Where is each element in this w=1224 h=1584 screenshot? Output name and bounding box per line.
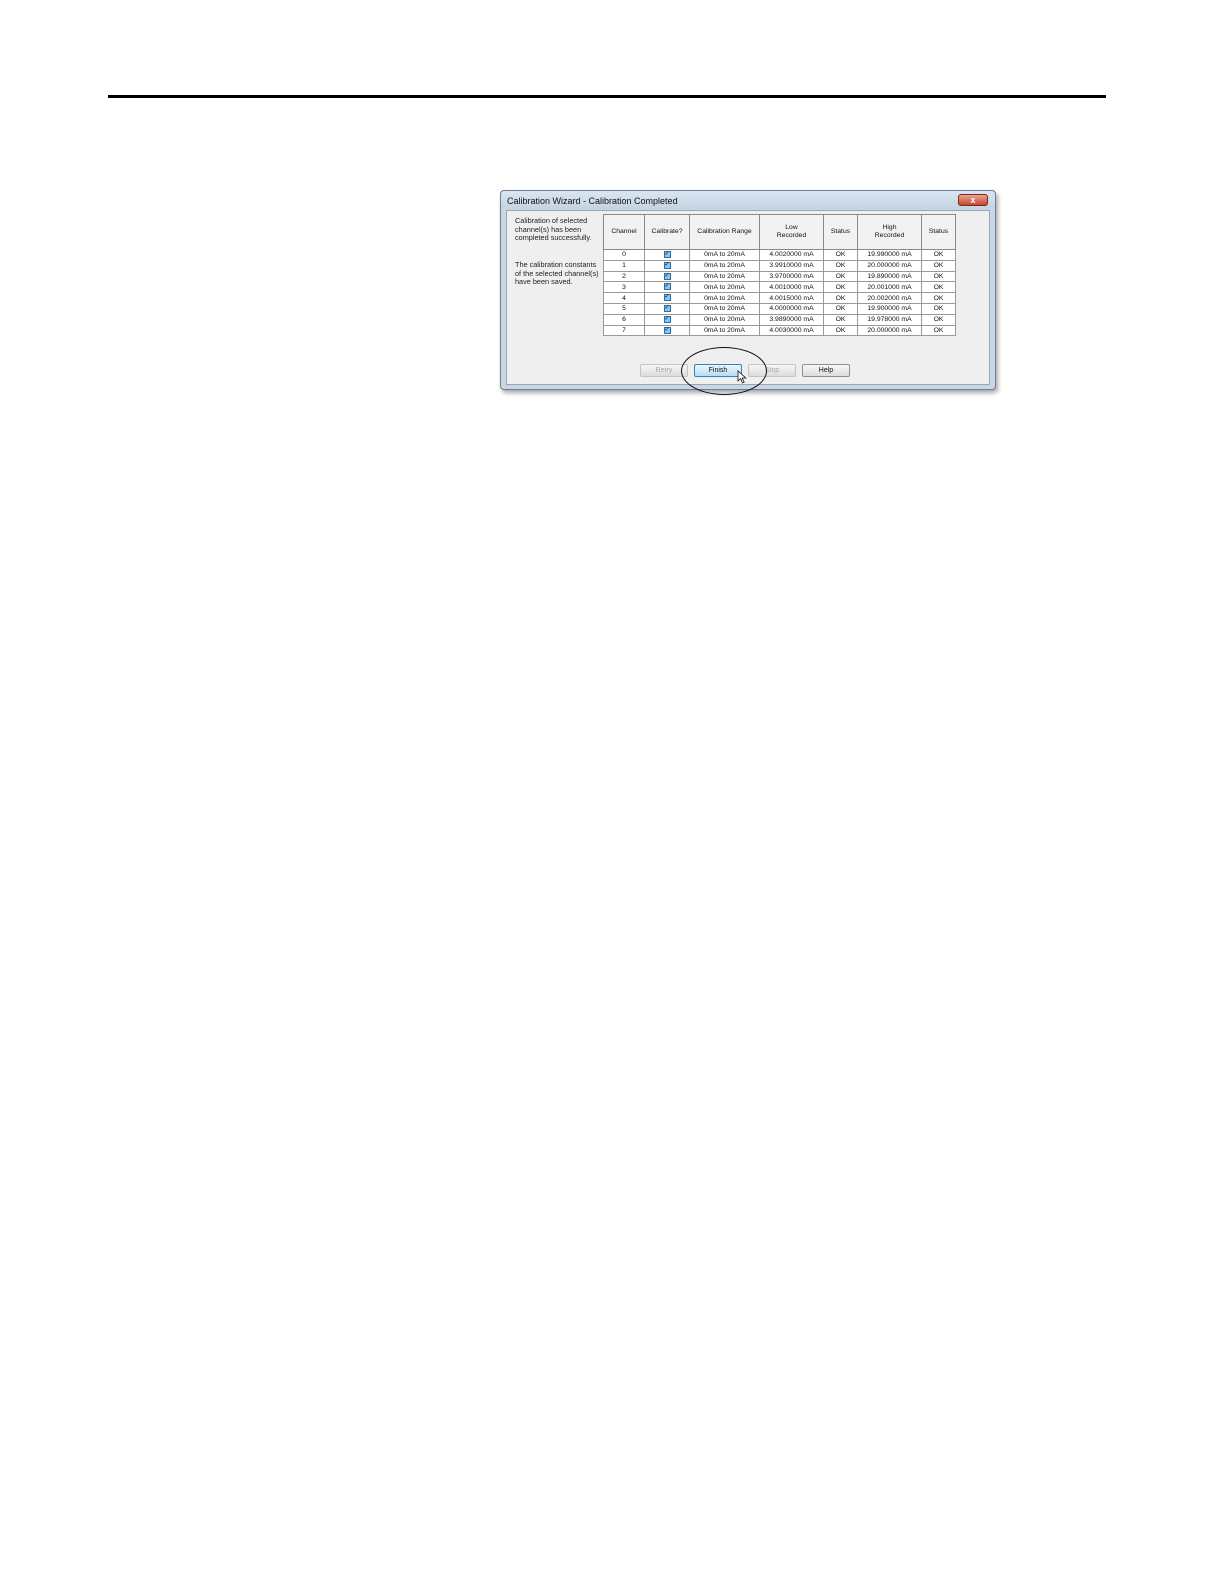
header-calibrate: Calibrate? [644,214,690,250]
header-high-line1: High [882,224,897,231]
help-button[interactable]: Help [802,364,850,377]
channel-cell[interactable]: 5 [603,302,645,315]
high-status-cell: OK [921,302,956,315]
range-cell[interactable]: 0mA to 20mA [689,281,760,294]
calibrate-cell: ✓ [644,281,690,294]
table-row: 7 ✓ 0mA to 20mA 4.0030000 mA OK 20.00000… [603,324,956,337]
low-recorded-cell: 3.9890000 mA [759,313,824,326]
calibrate-checkbox[interactable]: ✓ [663,294,671,302]
calibrate-checkbox[interactable]: ✓ [663,283,671,291]
calibrate-cell: ✓ [644,302,690,315]
range-cell[interactable]: 0mA to 20mA [689,313,760,326]
channel-cell[interactable]: 0 [603,249,645,261]
high-status-cell: OK [921,259,956,272]
high-recorded-cell: 20.000000 mA [857,324,922,337]
calibrate-cell: ✓ [644,292,690,304]
range-cell[interactable]: 0mA to 20mA [689,259,760,272]
calibrate-cell: ✓ [644,324,690,337]
table-row: 3 ✓ 0mA to 20mA 4.0010000 mA OK 20.00100… [603,281,956,294]
header-high-line2: Recorded [874,232,905,239]
calibrate-cell: ✓ [644,249,690,261]
range-cell[interactable]: 0mA to 20mA [689,270,760,283]
header-channel: Channel [603,214,645,250]
header-low-line2: Recorded [776,232,807,239]
high-recorded-cell: 19.890000 mA [857,270,922,283]
close-button[interactable]: x [958,194,988,206]
close-icon: x [970,195,976,205]
high-recorded-cell: 20.002000 mA [857,292,922,304]
low-recorded-cell: 4.0030000 mA [759,324,824,337]
high-status-cell: OK [921,249,956,261]
title-bar[interactable]: Calibration Wizard - Calibration Complet… [501,191,995,209]
header-high-status: Status [921,214,956,250]
high-status-cell: OK [921,292,956,304]
calibrate-checkbox[interactable]: ✓ [663,272,671,280]
high-recorded-cell: 19.900000 mA [857,302,922,315]
low-status-cell: OK [823,259,858,272]
saved-message: The calibration constants of the selecte… [515,260,599,287]
table-row: 2 ✓ 0mA to 20mA 3.9700000 mA OK 19.89000… [603,270,956,283]
calibrate-cell: ✓ [644,313,690,326]
calibration-table: Channel Calibrate? Calibration Range Low… [603,214,956,337]
page-header-rule [108,95,1106,98]
channel-cell[interactable]: 2 [603,270,645,283]
high-recorded-cell: 20.001000 mA [857,281,922,294]
low-status-cell: OK [823,292,858,304]
low-status-cell: OK [823,313,858,326]
calibrate-checkbox[interactable]: ✓ [663,261,671,269]
calibrate-checkbox[interactable]: ✓ [663,251,671,259]
dialog-body: Calibration of selected channel(s) has b… [506,210,990,395]
channel-cell[interactable]: 7 [603,324,645,337]
channel-cell[interactable]: 3 [603,281,645,294]
low-recorded-cell: 4.0015000 mA [759,292,824,304]
low-recorded-cell: 3.9910000 mA [759,259,824,272]
high-status-cell: OK [921,313,956,326]
high-status-cell: OK [921,270,956,283]
calibrate-checkbox[interactable]: ✓ [663,315,671,323]
low-status-cell: OK [823,270,858,283]
calibrate-checkbox[interactable]: ✓ [663,326,671,334]
table-row: 4 ✓ 0mA to 20mA 4.0015000 mA OK 20.00200… [603,292,956,304]
low-status-cell: OK [823,302,858,315]
calibration-wizard-dialog: Calibration Wizard - Calibration Complet… [500,190,996,395]
table-header-row: Channel Calibrate? Calibration Range Low… [603,214,956,250]
calibrate-checkbox[interactable]: ✓ [663,305,671,313]
channel-cell[interactable]: 4 [603,292,645,304]
table-row: 5 ✓ 0mA to 20mA 4.0000000 mA OK 19.90000… [603,302,956,315]
high-status-cell: OK [921,281,956,294]
high-status-cell: OK [921,324,956,337]
header-calibration-range: Calibration Range [689,214,760,250]
low-status-cell: OK [823,324,858,337]
high-recorded-cell: 19.990000 mA [857,249,922,261]
range-cell[interactable]: 0mA to 20mA [689,302,760,315]
calibrate-cell: ✓ [644,270,690,283]
window-title: Calibration Wizard - Calibration Complet… [507,196,678,206]
low-recorded-cell: 4.0020000 mA [759,249,824,261]
low-recorded-cell: 3.9700000 mA [759,270,824,283]
highlight-ellipse [681,347,767,395]
header-low-status: Status [823,214,858,250]
table-row: 0 ✓ 0mA to 20mA 4.0020000 mA OK 19.99000… [603,249,956,261]
low-status-cell: OK [823,281,858,294]
header-low-line1: Low [785,224,798,231]
low-recorded-cell: 4.0010000 mA [759,281,824,294]
channel-cell[interactable]: 1 [603,259,645,272]
range-cell[interactable]: 0mA to 20mA [689,249,760,261]
table-row: 1 ✓ 0mA to 20mA 3.9910000 mA OK 20.00000… [603,259,956,272]
low-recorded-cell: 4.0000000 mA [759,302,824,315]
completed-message: Calibration of selected channel(s) has b… [515,216,592,243]
low-status-cell: OK [823,249,858,261]
mouse-pointer-icon [737,370,747,384]
high-recorded-cell: 20.000000 mA [857,259,922,272]
channel-cell[interactable]: 6 [603,313,645,326]
high-recorded-cell: 19.978000 mA [857,313,922,326]
header-low-recorded: Low Recorded [759,214,824,250]
range-cell[interactable]: 0mA to 20mA [689,292,760,304]
header-high-recorded: High Recorded [857,214,922,250]
calibrate-cell: ✓ [644,259,690,272]
table-row: 6 ✓ 0mA to 20mA 3.9890000 mA OK 19.97800… [603,313,956,326]
range-cell[interactable]: 0mA to 20mA [689,324,760,337]
